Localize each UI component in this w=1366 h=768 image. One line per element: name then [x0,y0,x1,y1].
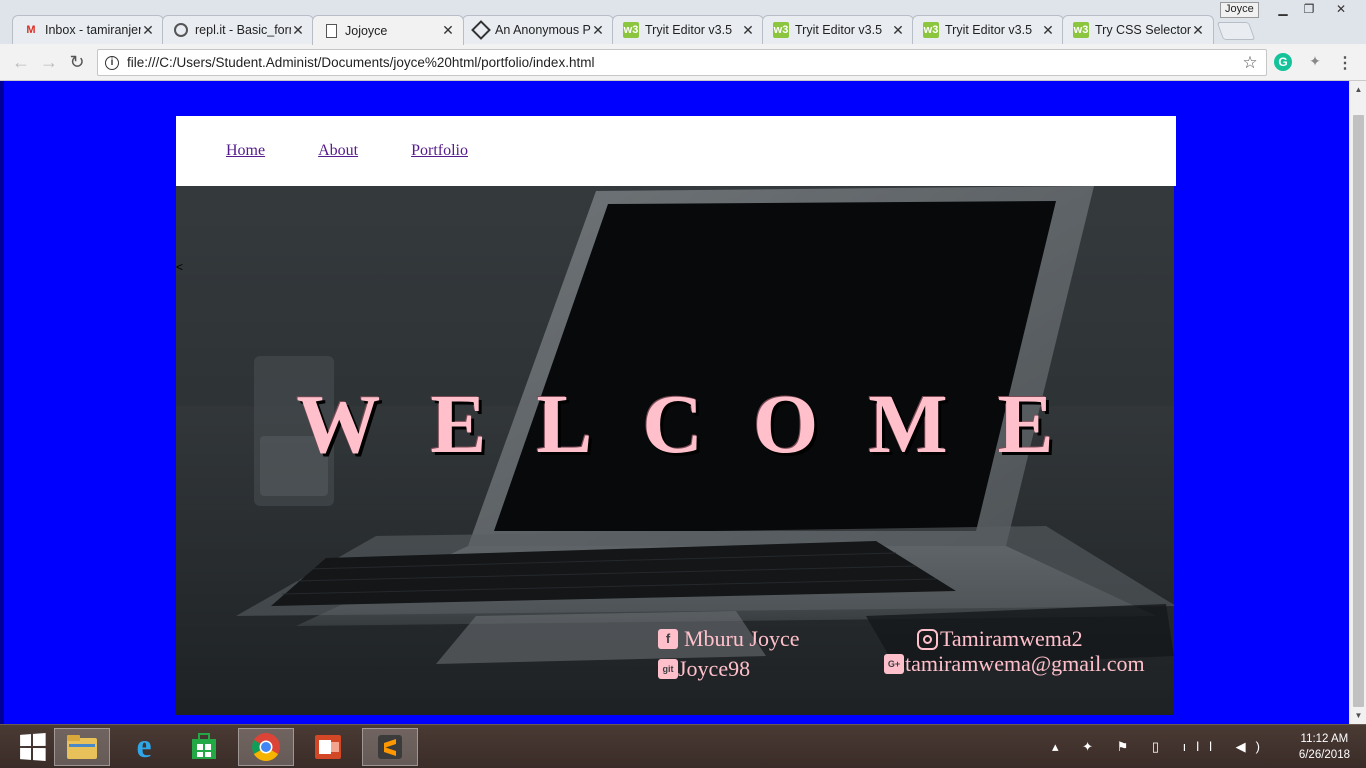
reload-icon[interactable]: ↻ [67,52,87,72]
github-link[interactable]: git Joyce98 [658,656,750,682]
clock[interactable]: 11:12 AM 6/26/2018 [1299,731,1350,763]
page-icon [323,23,339,39]
portfolio-site: Home About Portfolio < WELCOME f Mburu J… [176,116,1176,715]
grammarly-icon[interactable]: G [1274,53,1292,71]
nav-link-home[interactable]: Home [226,142,265,160]
forward-arrow-icon[interactable]: → [39,52,59,72]
profile-button[interactable]: Joyce [1220,2,1259,18]
facebook-link[interactable]: f Mburu Joyce [658,626,799,652]
tab-title: Jojoyce [345,23,388,38]
w3schools-icon: w3 [623,22,639,38]
menu-dots-icon[interactable]: ⋮ [1336,53,1354,72]
replit-icon [173,22,189,38]
close-icon[interactable]: ✕ [1041,22,1055,39]
new-tab-button[interactable] [1216,22,1256,40]
w3schools-icon: w3 [773,22,789,38]
scroll-up-icon[interactable]: ▲ [1350,81,1366,98]
close-icon[interactable]: ✕ [741,22,755,39]
dropbox-icon[interactable]: ✦ [1306,53,1324,71]
w3schools-icon: w3 [923,22,939,38]
browser-toolbar: ← → ↻ i ☆ G ✦ ⋮ [0,44,1366,81]
minimize-icon[interactable]: ▁ [1270,1,1296,17]
google-plus-email: tamiramwema@gmail.com [905,651,1145,676]
bookmark-star-icon[interactable]: ☆ [1240,53,1260,73]
close-icon[interactable]: ✕ [441,22,455,39]
tab-title: An Anonymous Pen [495,23,591,37]
tab-inbox[interactable]: M Inbox - tamiranjeri ✕ [12,15,164,44]
internet-explorer-icon[interactable]: e [116,728,172,766]
scroll-down-icon[interactable]: ▼ [1350,707,1366,724]
instagram-link[interactable]: Tamiramwema2 [917,626,1083,652]
page-scrollbar[interactable]: ▲ ▼ [1349,81,1366,724]
window-close-icon[interactable]: ✕ [1328,1,1354,17]
restore-icon[interactable]: ❐ [1296,1,1322,17]
tab-tryit-2[interactable]: w3 Tryit Editor v3.5 ✕ [762,15,914,44]
scrollbar-thumb[interactable] [1353,115,1364,707]
w3schools-icon: w3 [1073,22,1089,38]
windows-store-icon[interactable] [176,728,232,766]
tab-title: Inbox - tamiranjeri [45,23,141,37]
facebook-name: Mburu Joyce [684,626,800,651]
nav-link-portfolio[interactable]: Portfolio [411,142,468,160]
address-bar[interactable]: i ☆ [97,49,1267,76]
site-nav: Home About Portfolio [176,116,1176,186]
clock-time: 11:12 AM [1300,733,1349,745]
welcome-heading: WELCOME [296,378,1104,471]
hero-banner: < WELCOME f Mburu Joyce git Joyce98 Tami… [176,186,1174,715]
close-icon[interactable]: ✕ [291,22,305,39]
instagram-icon [917,628,938,650]
github-name: Joyce98 [678,656,751,681]
tab-title: Try CSS Selector [1095,23,1191,37]
tab-title: repl.it - Basic_form [195,23,291,37]
google-plus-link[interactable]: G+ tamiramwema@gmail.com [884,651,1145,677]
file-explorer-icon[interactable] [54,728,110,766]
stray-marker: < [176,260,184,274]
google-plus-icon: G+ [884,654,904,674]
close-icon[interactable]: ✕ [141,22,155,39]
clock-date: 6/26/2018 [1298,749,1350,761]
nav-link-about[interactable]: About [318,142,358,160]
tab-tryit-1[interactable]: w3 Tryit Editor v3.5 ✕ [612,15,764,44]
info-icon[interactable]: i [105,55,119,70]
windows-logo-icon [20,733,46,761]
sublime-text-icon[interactable] [362,728,418,766]
outlook-icon[interactable] [300,728,356,766]
close-icon[interactable]: ✕ [891,22,905,39]
tab-title: Tryit Editor v3.5 [945,23,1033,37]
instagram-name: Tamiramwema2 [940,626,1083,651]
close-icon[interactable]: ✕ [591,22,605,39]
windows-taskbar: e ▴ ✦ ⚑ ▯ ıll ◀) 11:12 AM 6/26/2018 [0,724,1366,768]
gmail-icon: M [26,24,36,36]
tab-strip: M Inbox - tamiranjeri ✕ repl.it - Basic_… [0,0,1366,45]
git-icon: git [658,659,678,679]
tray-icons[interactable]: ▴ ✦ ⚑ ▯ ıll ◀) [1052,739,1270,755]
tab-title: Tryit Editor v3.5 [645,23,733,37]
close-icon[interactable]: ✕ [1191,22,1205,39]
tab-tryit-3[interactable]: w3 Tryit Editor v3.5 ✕ [912,15,1064,44]
chrome-icon[interactable] [238,728,294,766]
tab-css-selector[interactable]: w3 Try CSS Selector ✕ [1062,15,1214,44]
start-button[interactable] [4,728,60,766]
tab-replit[interactable]: repl.it - Basic_form ✕ [162,15,314,44]
back-arrow-icon[interactable]: ← [11,52,31,72]
url-input[interactable] [127,55,1240,70]
facebook-icon: f [658,629,678,649]
tab-title: Tryit Editor v3.5 [795,23,883,37]
tab-codepen[interactable]: An Anonymous Pen ✕ [462,15,614,44]
tab-jojoyce[interactable]: Jojoyce ✕ [312,15,464,45]
codepen-icon [471,20,491,40]
page-viewport: Home About Portfolio < WELCOME f Mburu J… [0,81,1366,724]
